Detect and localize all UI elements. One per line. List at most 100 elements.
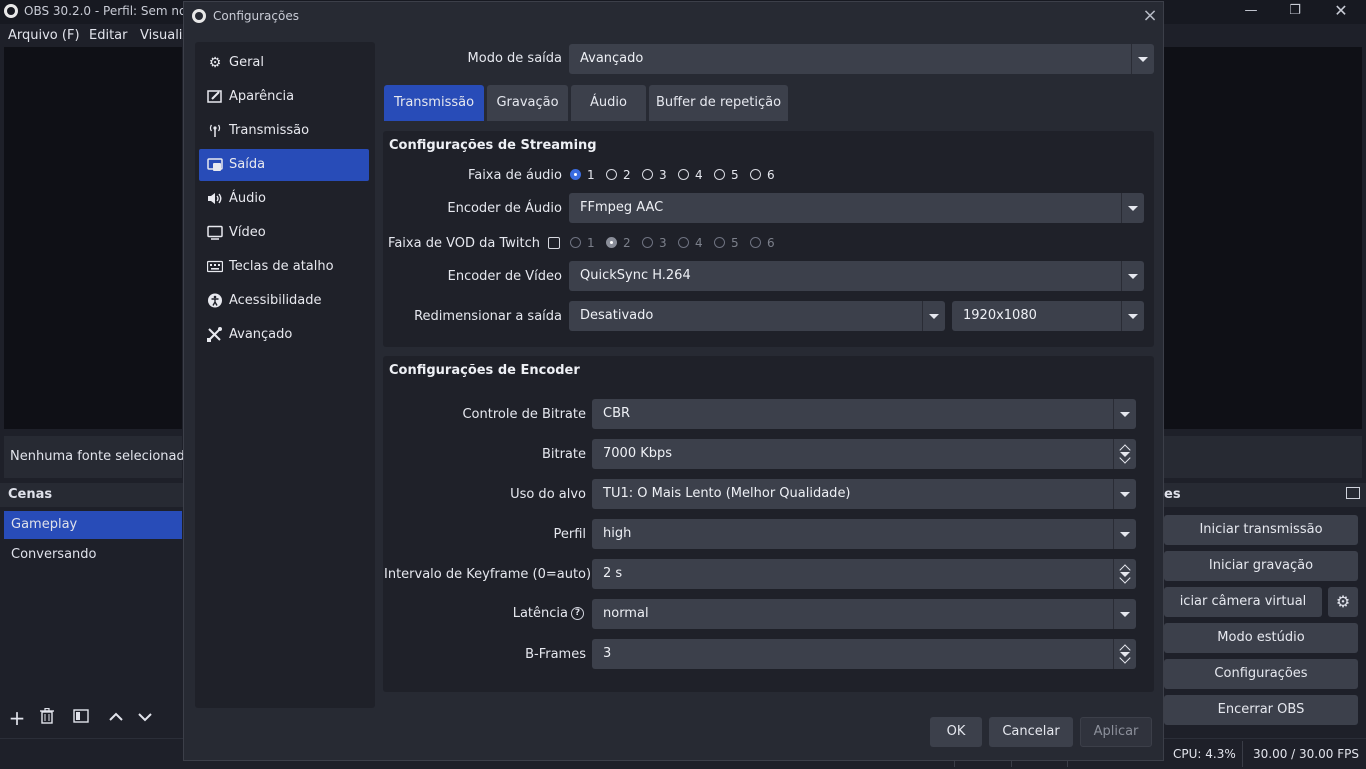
radio-label: 1 [587, 168, 595, 182]
audio-track-radio-1[interactable] [570, 169, 581, 180]
menu-visualizar[interactable]: Visualiz [140, 28, 189, 43]
latency-label: Latência [512, 606, 568, 621]
accessibility-icon [206, 293, 224, 309]
broadcast-icon [206, 123, 224, 139]
sidebar-item-audio[interactable]: Áudio [199, 183, 369, 215]
scene-item-conversando[interactable]: Conversando [4, 541, 182, 569]
audio-track-radio-6[interactable] [750, 169, 761, 180]
rescale-output-select[interactable]: Desativado [569, 301, 945, 331]
chevron-down-icon[interactable] [1119, 572, 1131, 584]
sidebar-item-video[interactable]: Vídeo [199, 217, 369, 249]
vod-track-radio-2[interactable] [606, 237, 617, 248]
exit-button[interactable]: Encerrar OBS [1164, 695, 1358, 725]
bframes-spinbox[interactable]: 3 [592, 639, 1136, 669]
sidebar-item-label: Teclas de atalho [229, 259, 334, 274]
chevron-up-icon[interactable] [1119, 644, 1131, 656]
add-scene-icon[interactable]: + [6, 708, 28, 728]
sidebar-item-avancado[interactable]: Avançado [199, 319, 369, 351]
maximize-icon[interactable]: ❐ [1272, 0, 1318, 24]
preview-area[interactable] [4, 47, 182, 429]
studio-mode-button[interactable]: Modo estúdio [1164, 623, 1358, 653]
menu-arquivo[interactable]: Arquivo (F) [8, 28, 80, 43]
rate-control-label: Controle de Bitrate [462, 407, 586, 422]
keyframe-interval-value: 2 s [603, 566, 623, 581]
rescale-resolution-select[interactable]: 1920x1080 [952, 301, 1144, 331]
virtual-camera-settings-icon[interactable]: ⚙ [1328, 587, 1358, 617]
profile-value: high [603, 526, 632, 541]
menu-editar[interactable]: Editar [89, 28, 128, 43]
dialog-title-bar: Configurações × [184, 2, 1163, 30]
video-encoder-select[interactable]: QuickSync H.264 [569, 261, 1144, 291]
sidebar-item-saida[interactable]: Saída [199, 149, 369, 181]
sidebar-item-geral[interactable]: ⚙ Geral [199, 47, 369, 79]
preview-area-right[interactable] [1164, 47, 1362, 429]
chevron-down-icon[interactable] [1119, 652, 1131, 664]
tab-transmissao[interactable]: Transmissão [384, 85, 484, 121]
vod-track-radio-3[interactable] [642, 237, 653, 248]
radio-label: 2 [623, 168, 631, 182]
tab-gravacao[interactable]: Gravação [487, 85, 568, 121]
sidebar-item-aparencia[interactable]: Aparência [199, 81, 369, 113]
bitrate-spinbox[interactable]: 7000 Kbps [592, 439, 1136, 469]
apply-button[interactable]: Aplicar [1080, 717, 1152, 747]
vod-track-radio-4[interactable] [678, 237, 689, 248]
chevron-down-icon [1113, 519, 1136, 549]
cpu-usage: CPU: 4.3% [1173, 747, 1236, 761]
tab-buffer-repeticao[interactable]: Buffer de repetição [649, 85, 788, 121]
vod-track-radio-1[interactable] [570, 237, 581, 248]
ok-button[interactable]: OK [930, 717, 982, 747]
audio-track-radio-2[interactable] [606, 169, 617, 180]
profile-select[interactable]: high [592, 519, 1136, 549]
chevron-down-icon[interactable] [1119, 452, 1131, 464]
video-encoder-label: Encoder de Vídeo [447, 269, 562, 284]
fps-counter: 30.00 / 30.00 FPS [1253, 747, 1359, 761]
vod-track-radio-5[interactable] [714, 237, 725, 248]
source-context-bar-right [1164, 436, 1362, 478]
move-scene-up-icon[interactable] [105, 708, 127, 728]
target-usage-select[interactable]: TU1: O Mais Lento (Melhor Qualidade) [592, 479, 1136, 509]
chevron-up-icon[interactable] [1119, 564, 1131, 576]
start-streaming-button[interactable]: Iniciar transmissão [1164, 515, 1358, 545]
radio-label: 5 [731, 236, 739, 250]
cancel-button[interactable]: Cancelar [989, 717, 1073, 747]
rescale-output-value: Desativado [580, 308, 654, 323]
move-scene-down-icon[interactable] [134, 708, 156, 728]
audio-track-radio-5[interactable] [714, 169, 725, 180]
output-mode-select[interactable]: Avançado [569, 44, 1154, 74]
speaker-icon [206, 191, 224, 207]
spinner-arrows[interactable] [1113, 559, 1136, 589]
settings-button[interactable]: Configurações [1164, 659, 1358, 689]
spinner-arrows[interactable] [1113, 639, 1136, 669]
sidebar-item-label: Transmissão [229, 123, 310, 138]
tab-audio[interactable]: Áudio [571, 85, 646, 121]
keyframe-interval-spinbox[interactable]: 2 s [592, 559, 1136, 589]
scene-filters-icon[interactable] [70, 708, 92, 728]
close-icon[interactable]: × [1139, 5, 1161, 27]
radio-label: 2 [623, 236, 631, 250]
scene-label: Conversando [11, 547, 97, 562]
undock-icon[interactable] [1346, 487, 1360, 499]
rate-control-select[interactable]: CBR [592, 399, 1136, 429]
latency-select[interactable]: normal [592, 599, 1136, 629]
sidebar-item-transmissao[interactable]: Transmissão [199, 115, 369, 147]
audio-track-radio-3[interactable] [642, 169, 653, 180]
start-virtual-camera-button[interactable]: iciar câmera virtual [1164, 587, 1322, 617]
twitch-vod-checkbox[interactable] [548, 237, 560, 249]
help-icon[interactable]: ? [571, 607, 584, 620]
minimize-icon[interactable]: — [1228, 0, 1274, 24]
obs-logo-icon [192, 9, 206, 23]
sidebar-item-acessibilidade[interactable]: Acessibilidade [199, 285, 369, 317]
audio-encoder-select[interactable]: FFmpeg AAC [569, 193, 1144, 223]
vod-track-radio-6[interactable] [750, 237, 761, 248]
start-recording-button[interactable]: Iniciar gravação [1164, 551, 1358, 581]
close-icon[interactable]: ✕ [1318, 0, 1364, 24]
chevron-down-icon [1121, 261, 1144, 291]
audio-track-radio-4[interactable] [678, 169, 689, 180]
bitrate-label: Bitrate [541, 447, 586, 462]
remove-scene-icon[interactable] [36, 707, 58, 728]
scene-item-gameplay[interactable]: Gameplay [4, 511, 182, 539]
chevron-down-icon [1113, 599, 1136, 629]
sidebar-item-teclas[interactable]: Teclas de atalho [199, 251, 369, 283]
chevron-up-icon[interactable] [1119, 444, 1131, 456]
spinner-arrows[interactable] [1113, 439, 1136, 469]
